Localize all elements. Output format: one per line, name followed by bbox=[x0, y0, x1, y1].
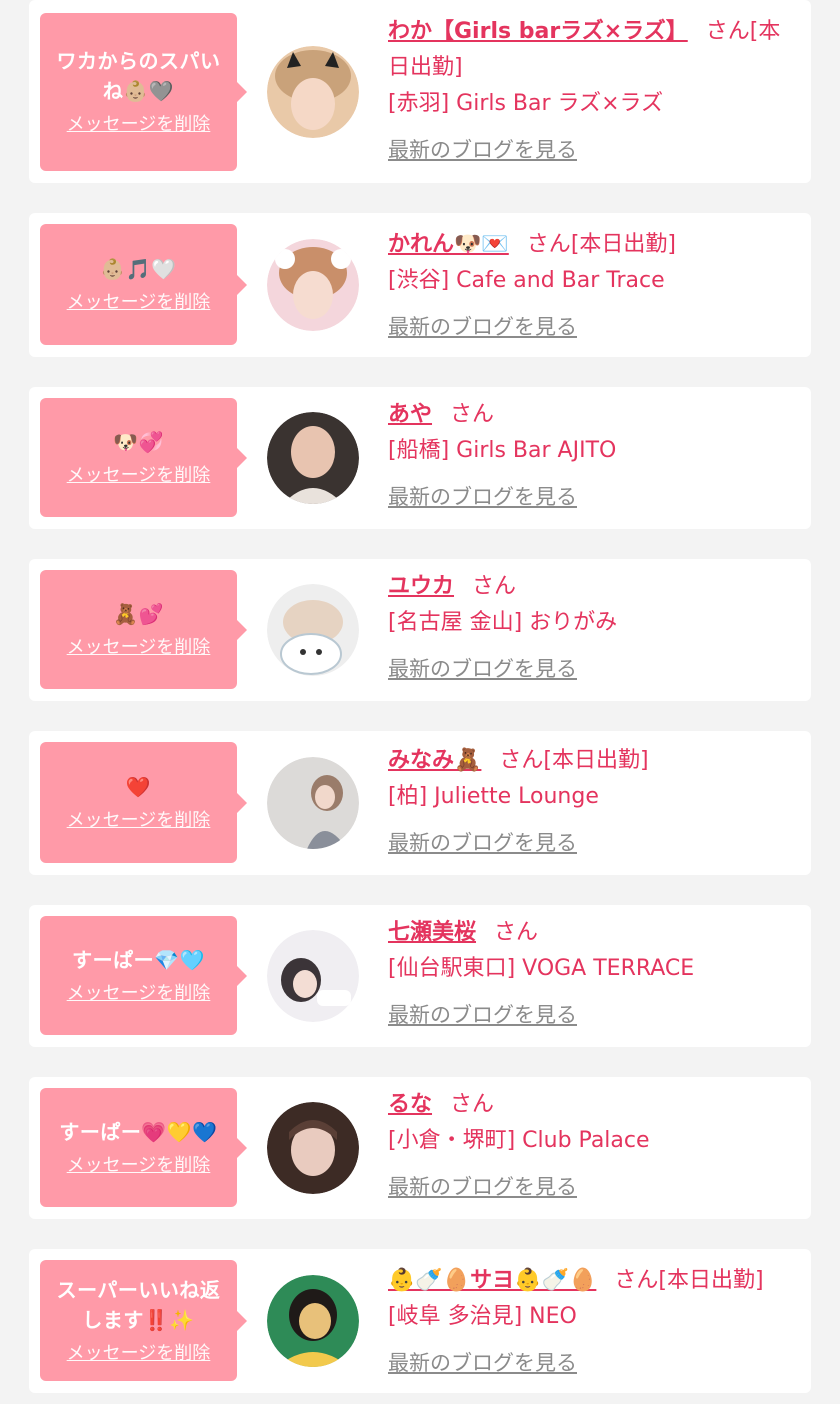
bubble-message-text: すーぱー💗💛💙 bbox=[59, 1119, 218, 1144]
shop-name: [船橋] Girls Bar AJITO bbox=[388, 438, 617, 463]
attendance-status: [本日出勤] bbox=[570, 232, 676, 257]
avatar-image bbox=[267, 757, 359, 849]
delete-message-link[interactable]: メッセージを削除 bbox=[67, 290, 211, 316]
message-bubble: 🐶💞 メッセージを削除 bbox=[40, 398, 247, 517]
bubble-message-text: 🐶💞 bbox=[113, 429, 164, 454]
user-name-link[interactable]: あや bbox=[388, 402, 432, 427]
latest-blog-link[interactable]: 最新のブログを見る bbox=[388, 651, 799, 687]
shop-name: [渋谷] Cafe and Bar Trace bbox=[388, 268, 665, 293]
honorific: さん bbox=[450, 402, 495, 427]
user-name-link[interactable]: 七瀬美桜 bbox=[388, 920, 476, 945]
message-list: ワカからのスパいね👶🏼🩶 メッセージを削除 わか【Girls barラズ×ラズ】… bbox=[0, 0, 840, 1404]
shop-name: [赤羽] Girls Bar ラズ×ラズ bbox=[388, 91, 664, 116]
shop-name: [名古屋 金山] おりがみ bbox=[388, 610, 618, 635]
bubble-message-text: ワカからのスパいね👶🏼🩶 bbox=[56, 49, 221, 103]
avatar-image bbox=[267, 1275, 359, 1367]
message-card: 🧸💕 メッセージを削除 ユウカ さん [名古屋 金山] おりがみ 最新のブログを見… bbox=[29, 559, 811, 701]
delete-message-link[interactable]: メッセージを削除 bbox=[67, 463, 211, 489]
attendance-status: [本日出勤] bbox=[543, 748, 649, 773]
delete-message-link[interactable]: メッセージを削除 bbox=[67, 981, 211, 1007]
avatar-image bbox=[267, 239, 359, 331]
user-name-link[interactable]: ユウカ bbox=[388, 574, 454, 599]
shop-name: [仙台駅東口] VOGA TERRACE bbox=[388, 956, 695, 981]
message-bubble: ワカからのスパいね👶🏼🩶 メッセージを削除 bbox=[40, 13, 247, 171]
user-name-link[interactable]: わか【Girls barラズ×ラズ】 bbox=[388, 19, 688, 44]
user-name-link[interactable]: るな bbox=[388, 1092, 432, 1117]
latest-blog-link[interactable]: 最新のブログを見る bbox=[388, 1169, 799, 1205]
message-card: ワカからのスパいね👶🏼🩶 メッセージを削除 わか【Girls barラズ×ラズ】… bbox=[29, 0, 811, 183]
bubble-message-text: スーパーいいね返します‼️✨ bbox=[56, 1277, 221, 1332]
message-card: ❤️ メッセージを削除 みなみ🧸 さん[本日出勤] [柏] Juliette Lo… bbox=[29, 731, 811, 875]
message-card: 👶🏼🎵🤍 メッセージを削除 かれん🐶💌 さん[本日出勤] [渋谷] Cafe an… bbox=[29, 213, 811, 357]
avatar[interactable] bbox=[267, 1275, 359, 1367]
message-bubble: 👶🏼🎵🤍 メッセージを削除 bbox=[40, 224, 247, 345]
shop-name: [小倉・堺町] Club Palace bbox=[388, 1128, 650, 1153]
avatar-image bbox=[267, 412, 359, 504]
message-card: すーぱー💗💛💙 メッセージを削除 るな さん [小倉・堺町] Club Palac… bbox=[29, 1077, 811, 1219]
attendance-status: [本日出勤] bbox=[658, 1268, 764, 1293]
bubble-message-text: 🧸💕 bbox=[113, 601, 164, 626]
message-bubble: すーぱー💗💛💙 メッセージを削除 bbox=[40, 1088, 247, 1207]
card-info: かれん🐶💌 さん[本日出勤] [渋谷] Cafe and Bar Trace 最新… bbox=[388, 227, 799, 345]
message-card: スーパーいいね返します‼️✨ メッセージを削除 👶🍼🥚サヨ👶🍼🥚 さん[本日出勤]… bbox=[29, 1249, 811, 1393]
bubble-message-text: すーぱー💎🩵 bbox=[72, 947, 205, 972]
avatar[interactable] bbox=[267, 1102, 359, 1194]
avatar[interactable] bbox=[267, 412, 359, 504]
honorific: さん bbox=[705, 19, 750, 44]
honorific: さん bbox=[450, 1092, 495, 1117]
avatar[interactable] bbox=[267, 757, 359, 849]
message-bubble: スーパーいいね返します‼️✨ メッセージを削除 bbox=[40, 1260, 247, 1381]
avatar[interactable] bbox=[267, 239, 359, 331]
honorific: さん bbox=[526, 232, 571, 257]
avatar-image bbox=[267, 930, 359, 1022]
message-bubble: ❤️ メッセージを削除 bbox=[40, 742, 247, 863]
delete-message-link[interactable]: メッセージを削除 bbox=[67, 808, 211, 834]
shop-name: [岐阜 多治見] NEO bbox=[388, 1304, 577, 1329]
message-bubble: 🧸💕 メッセージを削除 bbox=[40, 570, 247, 689]
card-info: るな さん [小倉・堺町] Club Palace 最新のブログを見る bbox=[388, 1087, 799, 1205]
user-name-link[interactable]: みなみ🧸 bbox=[388, 748, 481, 773]
bubble-message-text: 👶🏼🎵🤍 bbox=[100, 256, 177, 281]
avatar-image bbox=[267, 1102, 359, 1194]
avatar-image bbox=[267, 584, 359, 676]
latest-blog-link[interactable]: 最新のブログを見る bbox=[388, 997, 799, 1033]
latest-blog-link[interactable]: 最新のブログを見る bbox=[388, 479, 799, 515]
card-info: みなみ🧸 さん[本日出勤] [柏] Juliette Lounge 最新のブログを… bbox=[388, 743, 799, 861]
avatar[interactable] bbox=[267, 930, 359, 1022]
delete-message-link[interactable]: メッセージを削除 bbox=[67, 1341, 211, 1367]
card-info: 👶🍼🥚サヨ👶🍼🥚 さん[本日出勤] [岐阜 多治見] NEO 最新のブログを見る bbox=[388, 1263, 799, 1381]
honorific: さん bbox=[614, 1268, 659, 1293]
card-info: わか【Girls barラズ×ラズ】 さん[本日出勤] [赤羽] Girls Ba… bbox=[388, 14, 799, 168]
honorific: さん bbox=[472, 574, 517, 599]
honorific: さん bbox=[494, 920, 539, 945]
latest-blog-link[interactable]: 最新のブログを見る bbox=[388, 132, 799, 168]
bubble-message-text: ❤️ bbox=[125, 774, 152, 799]
delete-message-link[interactable]: メッセージを削除 bbox=[67, 1153, 211, 1179]
card-info: あや さん [船橋] Girls Bar AJITO 最新のブログを見る bbox=[388, 397, 799, 515]
message-card: 🐶💞 メッセージを削除 あや さん [船橋] Girls Bar AJITO 最新… bbox=[29, 387, 811, 529]
user-name-link[interactable]: かれん🐶💌 bbox=[388, 232, 509, 257]
card-info: 七瀬美桜 さん [仙台駅東口] VOGA TERRACE 最新のブログを見る bbox=[388, 915, 799, 1033]
delete-message-link[interactable]: メッセージを削除 bbox=[67, 112, 211, 138]
honorific: さん bbox=[499, 748, 544, 773]
avatar[interactable] bbox=[267, 584, 359, 676]
avatar[interactable] bbox=[267, 46, 359, 138]
avatar-image bbox=[267, 46, 359, 138]
card-info: ユウカ さん [名古屋 金山] おりがみ 最新のブログを見る bbox=[388, 569, 799, 687]
delete-message-link[interactable]: メッセージを削除 bbox=[67, 635, 211, 661]
message-bubble: すーぱー💎🩵 メッセージを削除 bbox=[40, 916, 247, 1035]
user-name-link[interactable]: 👶🍼🥚サヨ👶🍼🥚 bbox=[388, 1268, 596, 1293]
message-card: すーぱー💎🩵 メッセージを削除 七瀬美桜 さん [仙台駅東口] VOGA TERR… bbox=[29, 905, 811, 1047]
latest-blog-link[interactable]: 最新のブログを見る bbox=[388, 309, 799, 345]
shop-name: [柏] Juliette Lounge bbox=[388, 784, 599, 809]
latest-blog-link[interactable]: 最新のブログを見る bbox=[388, 1345, 799, 1381]
latest-blog-link[interactable]: 最新のブログを見る bbox=[388, 825, 799, 861]
